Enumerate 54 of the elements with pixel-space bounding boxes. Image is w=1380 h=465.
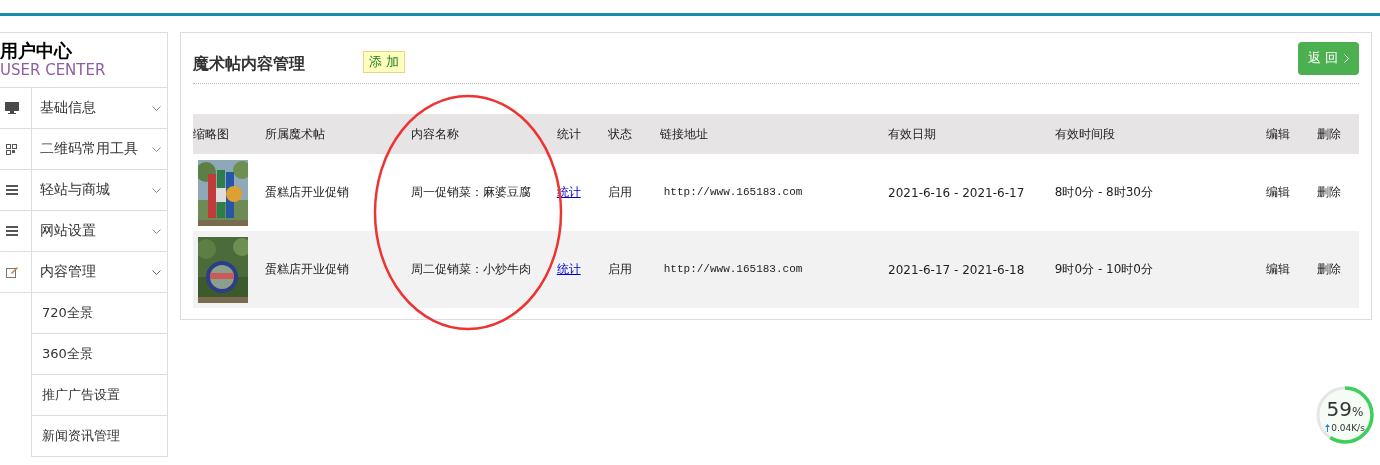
delete-link[interactable]: 删除: [1317, 185, 1342, 199]
table-cell: 2021-6-17 - 2021-6-18: [888, 262, 1025, 277]
table-cell: 蛋糕店开业促销: [264, 185, 349, 199]
submenu-item[interactable]: 新闻资讯管理: [32, 416, 167, 457]
upload-arrow-icon: [1325, 423, 1331, 432]
edit-link[interactable]: 编辑: [1265, 185, 1290, 199]
table-cell-text: http://www.165183.com: [662, 262, 803, 275]
chevron-icon: [152, 269, 161, 275]
chevron-icon: [152, 228, 161, 234]
edit-icon: [5, 266, 18, 278]
table-cell: 启用: [608, 262, 633, 276]
monitor-icon: [4, 102, 19, 114]
column-header: 有效日期: [888, 125, 937, 143]
stats-link[interactable]: 统计: [556, 262, 581, 276]
percent-value: 59%: [1326, 397, 1364, 423]
submenu-item[interactable]: 推广广告设置: [32, 375, 167, 416]
table-cell-text: http://www.165183.com: [662, 185, 803, 198]
qr-code-icon: [6, 143, 17, 155]
column-header: 编辑: [1265, 125, 1290, 143]
submenu-item[interactable]: 360全景: [32, 334, 167, 375]
submenu-item[interactable]: 720全景: [32, 293, 167, 334]
column-header: 状态: [608, 125, 633, 143]
chevron-icon: [152, 146, 161, 152]
table-cell: 8时0分 - 8时30分: [1054, 185, 1153, 199]
table-cell: 9时0分 - 10时0分: [1054, 262, 1153, 276]
chevron-icon: [152, 187, 161, 193]
table-cell: 周二促销菜：小炒牛肉: [411, 262, 532, 276]
chevron-icon: [152, 105, 161, 111]
table-cell: 周一促销菜：麻婆豆腐: [411, 185, 532, 199]
progress-ring: [1314, 384, 1376, 446]
chevron-icon: [1344, 53, 1349, 63]
column-header: 链接地址: [659, 125, 708, 143]
menu-icon: [5, 226, 18, 236]
column-header: 所属魔术帖: [264, 125, 325, 143]
column-header: 统计: [556, 125, 581, 143]
delete-link[interactable]: 删除: [1317, 262, 1342, 276]
column-header: 有效时间段: [1054, 125, 1115, 143]
add-button[interactable]: 添 加: [363, 51, 406, 73]
sidebar-title: 用户中心: [0, 41, 72, 61]
column-header: 缩略图: [193, 125, 229, 143]
menu-item[interactable]: 轻站与商城: [32, 170, 167, 210]
menu-item[interactable]: 二维码常用工具: [32, 129, 167, 169]
panel-title: 魔术帖内容管理: [193, 53, 306, 75]
speed-text: 0.04K/s: [1331, 422, 1365, 433]
table-cell: 蛋糕店开业促销: [264, 262, 349, 276]
column-header: 内容名称: [411, 125, 460, 143]
menu-item[interactable]: 网站设置: [32, 211, 167, 251]
column-header: 删除: [1317, 125, 1342, 143]
table-cell: 2021-6-16 - 2021-6-17: [888, 185, 1025, 200]
menu-icon: [5, 185, 18, 195]
sidebar-subtitle: USER CENTER: [0, 61, 106, 79]
menu-item[interactable]: 基础信息: [32, 88, 167, 128]
table-cell: 启用: [608, 185, 633, 199]
edit-link[interactable]: 编辑: [1265, 262, 1290, 276]
